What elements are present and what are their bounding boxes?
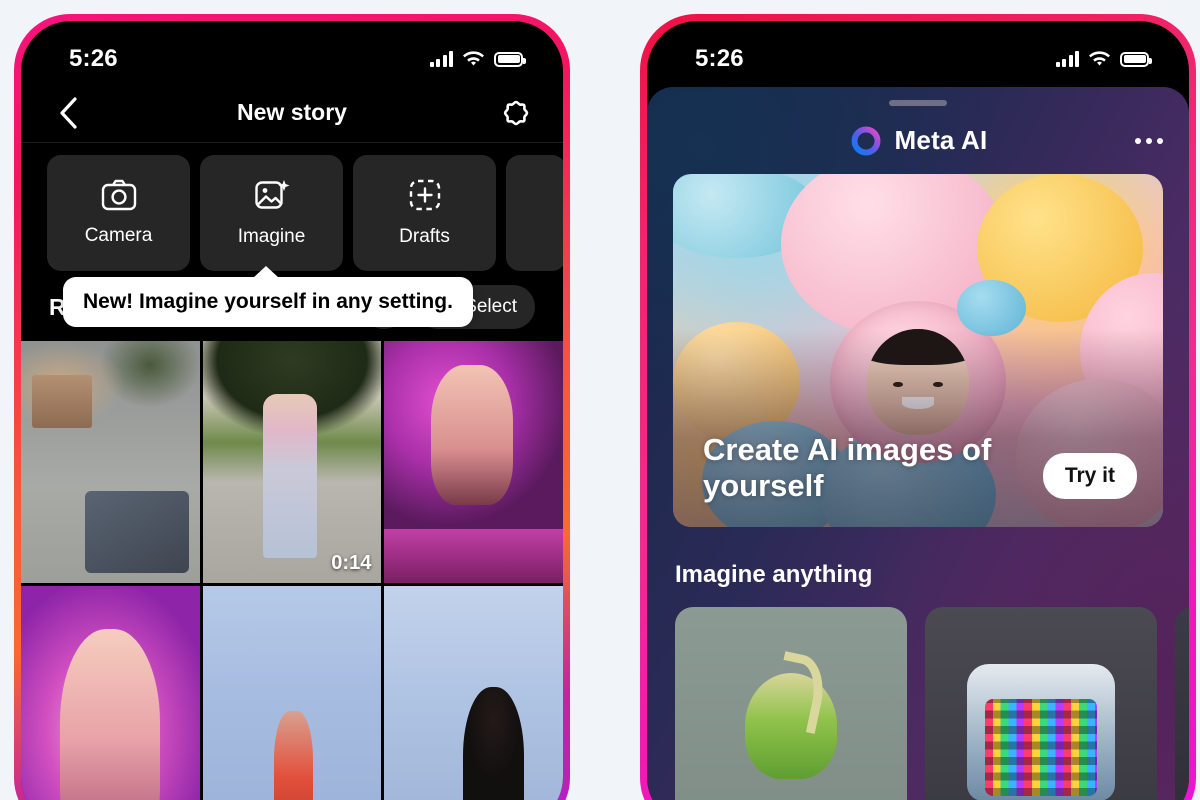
tool-label: Camera [84, 225, 153, 246]
imagine-cards-row [647, 607, 1189, 800]
settings-button[interactable] [499, 96, 533, 130]
page-title: New story [237, 99, 347, 125]
back-button[interactable] [51, 96, 85, 130]
grid-item[interactable]: 0:14 [202, 341, 382, 583]
balloon-decoration [957, 279, 1026, 337]
status-bar-right: 5:26 [647, 21, 1189, 83]
dashed-plus-icon [409, 179, 440, 211]
phone-mockup-left: 5:26 New story Camera Imagine Drafts New… [14, 14, 570, 800]
grid-item[interactable]: 0:14 [384, 341, 563, 583]
create-ai-images-card[interactable]: Create AI images of yourself Try it [673, 173, 1163, 527]
media-grid: 0:14 0:14 [21, 341, 563, 800]
try-it-button[interactable]: Try it [1042, 453, 1137, 499]
tool-partial[interactable] [506, 155, 563, 271]
gear-icon [503, 100, 529, 125]
tool-camera[interactable]: Camera [47, 155, 190, 271]
signal-bars-icon [429, 51, 453, 67]
phone-mockup-right: 5:26 Meta AI Create AI images of yoursel… [640, 14, 1196, 800]
tool-drafts[interactable]: Drafts [353, 155, 496, 271]
new-story-navbar: New story [21, 83, 563, 143]
image-sparkle-icon [254, 180, 289, 209]
status-clock: 5:26 [695, 45, 744, 72]
status-clock: 5:26 [69, 45, 118, 72]
duration-label: 0:14 [331, 551, 372, 574]
status-icons [1055, 50, 1152, 68]
instagram-new-story-screen: 5:26 New story Camera Imagine Drafts New… [21, 21, 563, 800]
screenshot-canvas: 5:26 New story Camera Imagine Drafts New… [0, 0, 1200, 800]
imagine-section-title: Imagine anything [675, 561, 873, 588]
tool-label: Drafts [399, 226, 450, 247]
imagine-card-partial[interactable] [1175, 607, 1189, 800]
chevron-left-icon [60, 96, 77, 129]
camera-icon [101, 179, 136, 211]
battery-icon [494, 51, 526, 67]
imagine-card-green-creature[interactable] [675, 607, 907, 800]
meta-ai-ring-icon [851, 126, 880, 156]
duration-label: 0:14 [512, 551, 553, 574]
meta-ai-header: Meta AI [647, 106, 1189, 174]
meta-ai-screen: 5:26 Meta AI Create AI images of yoursel… [647, 21, 1189, 800]
imagine-card-robot-tv[interactable] [925, 607, 1157, 800]
battery-icon [1120, 51, 1152, 67]
wifi-icon [463, 50, 484, 66]
hero-card-title: Create AI images of yourself [703, 431, 992, 504]
meta-ai-sheet: Meta AI Create AI images of yourself Try… [647, 87, 1189, 800]
overflow-menu-icon[interactable] [1135, 137, 1163, 144]
meta-ai-title: Meta AI [894, 125, 988, 156]
grid-item[interactable] [21, 341, 200, 583]
story-tools-row: Camera Imagine Drafts [21, 143, 563, 271]
tool-label: Imagine [237, 226, 306, 247]
status-icons [429, 50, 526, 68]
imagine-tooltip[interactable]: New! Imagine yourself in any setting. [63, 266, 473, 327]
signal-bars-icon [1055, 51, 1079, 67]
grid-item[interactable] [21, 585, 200, 800]
grid-item[interactable] [384, 585, 563, 800]
status-bar-left: 5:26 [21, 21, 563, 83]
wifi-icon [1089, 50, 1110, 66]
grid-item[interactable] [202, 585, 382, 800]
tool-imagine[interactable]: Imagine [200, 155, 343, 271]
